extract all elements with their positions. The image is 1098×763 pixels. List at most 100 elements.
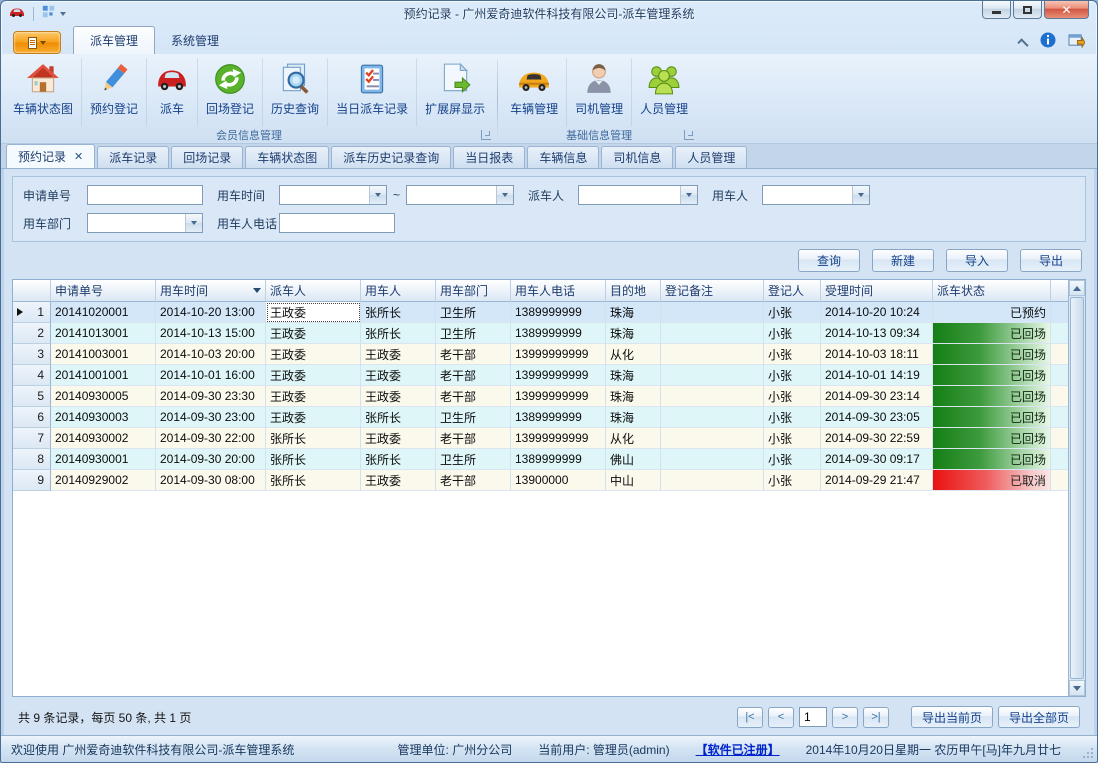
table-cell-remark[interactable] [661, 407, 764, 428]
table-cell-destination[interactable]: 从化 [606, 428, 661, 449]
table-cell-dispatcher[interactable]: 王政委 [266, 302, 361, 323]
table-cell-dispatcher[interactable]: 张所长 [266, 470, 361, 491]
table-cell-dept[interactable]: 老干部 [436, 428, 511, 449]
chevron-down-icon[interactable] [680, 186, 697, 204]
column-header-dispatcher[interactable]: 派车人 [266, 280, 361, 302]
sort-descending-icon[interactable] [253, 288, 261, 293]
table-cell-use-time[interactable]: 2014-09-30 22:00 [156, 428, 266, 449]
table-cell-dept[interactable]: 卫生所 [436, 323, 511, 344]
column-header-remark[interactable]: 登记备注 [661, 280, 764, 302]
extend-screen-button[interactable]: 扩展屏显示 [417, 58, 493, 126]
first-page-button[interactable]: |< [737, 707, 763, 728]
table-cell-accept-time[interactable]: 2014-09-30 23:05 [821, 407, 933, 428]
personnel-manage-button[interactable]: 人员管理 [632, 58, 696, 126]
collapse-ribbon-button[interactable] [1017, 38, 1028, 49]
column-header-use-time[interactable]: 用车时间 [156, 280, 266, 302]
quick-access-dropdown-icon[interactable] [60, 12, 66, 16]
table-cell-dept[interactable]: 卫生所 [436, 449, 511, 470]
export-button[interactable]: 导出 [1020, 249, 1082, 272]
table-cell-use-time[interactable]: 2014-09-30 20:00 [156, 449, 266, 470]
table-cell-destination[interactable]: 佛山 [606, 449, 661, 470]
order-no-input[interactable] [87, 185, 203, 205]
table-cell-status[interactable]: 已回场 [933, 323, 1051, 344]
doc-tab[interactable]: 回场记录 [171, 146, 243, 168]
use-time-from-combo[interactable] [279, 185, 387, 205]
table-cell-user[interactable]: 张所长 [361, 407, 436, 428]
doc-tab[interactable]: 司机信息 [601, 146, 673, 168]
doc-tab[interactable]: 车辆信息 [527, 146, 599, 168]
table-cell-status[interactable]: 已回场 [933, 428, 1051, 449]
table-cell-registrar[interactable]: 小张 [764, 428, 821, 449]
table-cell-remark[interactable] [661, 470, 764, 491]
table-cell-dispatcher[interactable]: 张所长 [266, 449, 361, 470]
table-cell-phone[interactable]: 13999999999 [511, 428, 606, 449]
user-combo[interactable] [762, 185, 870, 205]
table-row[interactable]: 3201410030012014-10-03 20:00王政委王政委老干部139… [13, 344, 1068, 365]
table-cell-registrar[interactable]: 小张 [764, 470, 821, 491]
table-cell-accept-time[interactable]: 2014-09-30 23:14 [821, 386, 933, 407]
last-page-button[interactable]: >| [863, 707, 889, 728]
table-cell-user[interactable]: 张所长 [361, 302, 436, 323]
table-row[interactable]: 9201409290022014-09-30 08:00张所长王政委老干部139… [13, 470, 1068, 491]
table-cell-destination[interactable]: 珠海 [606, 386, 661, 407]
table-cell-registrar[interactable]: 小张 [764, 323, 821, 344]
table-cell-dispatcher[interactable]: 王政委 [266, 386, 361, 407]
column-header-destination[interactable]: 目的地 [606, 280, 661, 302]
table-row[interactable]: 4201410010012014-10-01 16:00王政委王政委老干部139… [13, 365, 1068, 386]
quick-access-layout-icon[interactable] [42, 5, 55, 23]
table-cell-status[interactable]: 已回场 [933, 344, 1051, 365]
column-header-phone[interactable]: 用车人电话 [511, 280, 606, 302]
row-header-cell[interactable]: 1 [13, 302, 51, 323]
table-cell-dept[interactable]: 老干部 [436, 344, 511, 365]
table-cell-status[interactable]: 已预约 [933, 302, 1051, 323]
table-cell-accept-time[interactable]: 2014-09-30 22:59 [821, 428, 933, 449]
table-cell-dept[interactable]: 老干部 [436, 365, 511, 386]
row-header-cell[interactable]: 2 [13, 323, 51, 344]
ribbon-tab[interactable]: 系统管理 [155, 27, 235, 54]
table-cell-accept-time[interactable]: 2014-10-20 10:24 [821, 302, 933, 323]
table-cell-user[interactable]: 王政委 [361, 344, 436, 365]
table-cell-order-no[interactable]: 20141013001 [51, 323, 156, 344]
table-cell-status[interactable]: 已回场 [933, 449, 1051, 470]
table-cell-remark[interactable] [661, 386, 764, 407]
chevron-down-icon[interactable] [496, 186, 513, 204]
table-cell-use-time[interactable]: 2014-10-20 13:00 [156, 302, 266, 323]
doc-tab[interactable]: 预约记录✕ [6, 144, 95, 168]
table-cell-user[interactable]: 王政委 [361, 386, 436, 407]
style-switch-button[interactable] [1068, 33, 1085, 53]
table-cell-dispatcher[interactable]: 王政委 [266, 323, 361, 344]
table-cell-use-time[interactable]: 2014-10-03 20:00 [156, 344, 266, 365]
query-button[interactable]: 查询 [798, 249, 860, 272]
column-header-accept-time[interactable]: 受理时间 [821, 280, 933, 302]
table-cell-remark[interactable] [661, 302, 764, 323]
dept-combo[interactable] [87, 213, 203, 233]
row-header-cell[interactable]: 8 [13, 449, 51, 470]
table-cell-phone[interactable]: 13999999999 [511, 365, 606, 386]
table-cell-dept[interactable]: 老干部 [436, 386, 511, 407]
table-cell-phone[interactable]: 1389999999 [511, 407, 606, 428]
table-cell-use-time[interactable]: 2014-10-01 16:00 [156, 365, 266, 386]
today-dispatch-record-button[interactable]: 当日派车记录 [328, 58, 417, 126]
table-row[interactable]: 6201409300032014-09-30 23:00王政委张所长卫生所138… [13, 407, 1068, 428]
table-row[interactable]: 8201409300012014-09-30 20:00张所长张所长卫生所138… [13, 449, 1068, 470]
table-cell-remark[interactable] [661, 323, 764, 344]
vehicle-manage-button[interactable]: 车辆管理 [502, 58, 567, 126]
table-cell-use-time[interactable]: 2014-09-30 23:30 [156, 386, 266, 407]
table-cell-accept-time[interactable]: 2014-10-01 14:19 [821, 365, 933, 386]
table-cell-dept[interactable]: 卫生所 [436, 302, 511, 323]
vehicle-status-map-button[interactable]: 车辆状态图 [5, 58, 82, 126]
doc-tab[interactable]: 人员管理 [675, 146, 747, 168]
prev-page-button[interactable]: < [768, 707, 794, 728]
table-cell-order-no[interactable]: 20141003001 [51, 344, 156, 365]
table-cell-dispatcher[interactable]: 王政委 [266, 407, 361, 428]
table-cell-remark[interactable] [661, 365, 764, 386]
vertical-scrollbar[interactable] [1068, 280, 1085, 696]
page-number-input[interactable] [799, 707, 827, 727]
table-cell-accept-time[interactable]: 2014-10-13 09:34 [821, 323, 933, 344]
table-cell-accept-time[interactable]: 2014-09-29 21:47 [821, 470, 933, 491]
export-all-pages-button[interactable]: 导出全部页 [998, 706, 1080, 728]
table-cell-phone[interactable]: 1389999999 [511, 323, 606, 344]
resize-grip[interactable] [1082, 747, 1094, 759]
table-cell-remark[interactable] [661, 449, 764, 470]
table-cell-status[interactable]: 已回场 [933, 386, 1051, 407]
